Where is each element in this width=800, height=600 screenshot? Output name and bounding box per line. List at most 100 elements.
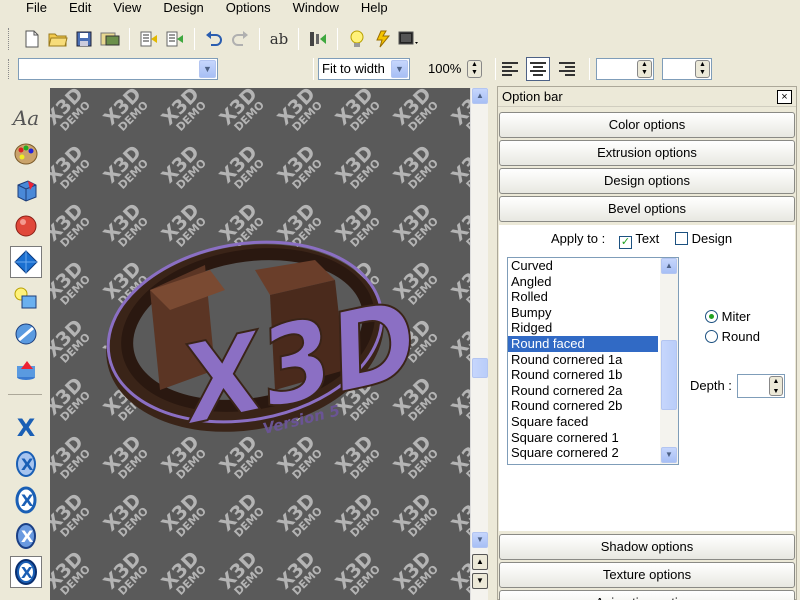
open-folder-icon[interactable] xyxy=(46,27,70,51)
bevel-list-item[interactable]: Curved xyxy=(508,258,678,274)
bevel-list-item[interactable]: Round cornered 1b xyxy=(508,367,678,383)
zoom-spin-icon[interactable]: ▲ ▼ xyxy=(467,60,482,78)
bevel-list-item[interactable]: Square cornered 1 xyxy=(508,430,678,446)
tool-palette: Aa X X X X X xyxy=(6,88,44,600)
bevel-options-button[interactable]: Bevel options xyxy=(499,196,795,222)
canvas-scrollbar[interactable]: ▲ ▼ ▲ ▼ xyxy=(470,88,488,600)
font-combo[interactable]: ▼ xyxy=(18,58,218,80)
bevel-list-item[interactable]: Round cornered 1a xyxy=(508,352,678,368)
cube-icon[interactable] xyxy=(10,174,42,206)
bevel-list-item[interactable]: Square faced xyxy=(508,414,678,430)
align-right-icon[interactable] xyxy=(555,57,579,81)
lightning-icon[interactable] xyxy=(371,27,395,51)
char-spacing-stepper[interactable]: ▲ ▼ xyxy=(596,58,654,80)
design-canvas[interactable]: X3D DEMO X3D Version 5 xyxy=(50,88,470,600)
list-scroll-thumb[interactable] xyxy=(661,340,677,410)
align-center-icon[interactable] xyxy=(526,57,550,81)
text-tool-icon[interactable]: Aa xyxy=(10,102,42,134)
bevel-list-item[interactable]: Bumpy xyxy=(508,305,678,321)
pyramid-icon[interactable] xyxy=(10,246,42,278)
toolbar-separator xyxy=(194,28,195,50)
menu-help[interactable]: Help xyxy=(350,0,399,18)
bevel-list-item[interactable]: Rolled xyxy=(508,289,678,305)
zoom-stepper[interactable]: 100% ▲ ▼ xyxy=(424,58,484,80)
scroll-down-icon[interactable]: ▼ xyxy=(661,447,677,463)
display-mode-icon[interactable] xyxy=(397,27,421,51)
spin-icon[interactable]: ▲ ▼ xyxy=(695,60,710,78)
align-left-icon[interactable] xyxy=(498,57,522,81)
shapes-icon[interactable] xyxy=(10,282,42,314)
extrusion-options-button[interactable]: Extrusion options xyxy=(499,140,795,166)
spin-icon[interactable]: ▲ ▼ xyxy=(637,60,652,78)
undo-icon[interactable] xyxy=(202,27,226,51)
export-image-icon[interactable] xyxy=(98,27,122,51)
menu-window[interactable]: Window xyxy=(282,0,350,18)
light-bulb-icon[interactable] xyxy=(345,27,369,51)
option-bar-panel: Option bar × Color options Extrusion opt… xyxy=(497,86,797,600)
scroll-up-icon[interactable]: ▲ xyxy=(472,88,488,104)
scroll-down-icon[interactable]: ▼ xyxy=(472,532,488,548)
cylinder-icon[interactable] xyxy=(10,354,42,386)
page-up-icon[interactable]: ▲ xyxy=(472,554,488,570)
menu-view[interactable]: View xyxy=(102,0,152,18)
sphere-icon[interactable] xyxy=(10,210,42,242)
menu-edit[interactable]: Edit xyxy=(58,0,102,18)
radio-selected-icon[interactable] xyxy=(705,310,718,323)
bevel-list-item[interactable]: Round cornered 2a xyxy=(508,383,678,399)
spell-text-icon[interactable]: ab xyxy=(267,27,291,51)
color-options-button[interactable]: Color options xyxy=(499,112,795,138)
checkbox-unchecked-icon[interactable] xyxy=(675,232,688,245)
color-palette-icon[interactable] xyxy=(10,138,42,170)
round-label: Round xyxy=(721,329,760,344)
radio-unselected-icon[interactable] xyxy=(705,330,718,343)
svg-text:X: X xyxy=(21,455,34,474)
miter-radio[interactable]: Miter xyxy=(705,309,751,324)
toolbar-separator xyxy=(298,28,299,50)
x-design-1-icon[interactable]: X xyxy=(10,412,42,444)
x-design-2-icon[interactable]: X xyxy=(10,448,42,480)
chevron-down-icon[interactable]: ▼ xyxy=(391,60,408,78)
menu-file[interactable]: File xyxy=(0,0,58,18)
menu-design[interactable]: Design xyxy=(152,0,214,18)
import-text-icon[interactable] xyxy=(137,27,161,51)
line-spacing-stepper[interactable]: ▲ ▼ xyxy=(662,58,712,80)
x-design-4-icon[interactable]: X xyxy=(10,520,42,552)
menu-options[interactable]: Options xyxy=(215,0,282,18)
texture-options-button[interactable]: Texture options xyxy=(499,562,795,588)
bevel-list-item[interactable]: Square cornered 2 xyxy=(508,445,678,461)
bevel-list-item[interactable]: Round faced xyxy=(508,335,658,352)
toolbar-separator xyxy=(589,58,590,80)
x-design-3-icon[interactable]: X xyxy=(10,484,42,516)
render-icon[interactable] xyxy=(306,27,330,51)
toolbar-separator xyxy=(495,58,496,80)
menu-bar: File Edit View Design Options Window Hel… xyxy=(0,0,800,18)
scroll-up-icon[interactable]: ▲ xyxy=(661,258,677,274)
redo-icon[interactable] xyxy=(228,27,252,51)
apply-text-checkbox[interactable]: ✓ Text xyxy=(619,231,659,249)
fit-combo[interactable]: Fit to width ▼ xyxy=(318,58,410,80)
import-design-icon[interactable] xyxy=(163,27,187,51)
bevel-list-item[interactable]: Ridged xyxy=(508,320,678,336)
round-radio[interactable]: Round xyxy=(705,329,760,344)
globe-icon[interactable] xyxy=(10,318,42,350)
chevron-down-icon[interactable]: ▼ xyxy=(199,60,216,78)
scroll-thumb[interactable] xyxy=(472,358,488,378)
close-icon[interactable]: × xyxy=(777,90,792,104)
shadow-options-button[interactable]: Shadow options xyxy=(499,534,795,560)
checkbox-checked-icon[interactable]: ✓ xyxy=(619,236,632,249)
toolbar-separator xyxy=(337,28,338,50)
design-options-button[interactable]: Design options xyxy=(499,168,795,194)
list-scrollbar[interactable]: ▲ ▼ xyxy=(660,258,678,464)
x-design-5-icon[interactable]: X xyxy=(10,556,42,588)
spin-icon[interactable]: ▲ ▼ xyxy=(769,376,783,396)
save-icon[interactable] xyxy=(72,27,96,51)
depth-stepper[interactable]: ▲ ▼ xyxy=(737,374,785,398)
bevel-list-item[interactable]: Round cornered 2b xyxy=(508,398,678,414)
bevel-list-item[interactable]: Angled xyxy=(508,274,678,290)
fit-value: Fit to width xyxy=(322,61,385,76)
new-file-icon[interactable] xyxy=(20,27,44,51)
page-down-icon[interactable]: ▼ xyxy=(472,573,488,589)
apply-design-checkbox[interactable]: Design xyxy=(675,231,732,246)
bevel-type-list[interactable]: Curved Angled Rolled Bumpy Ridged Round faced… xyxy=(507,257,679,465)
animation-options-button[interactable]: Animation options xyxy=(499,590,795,600)
